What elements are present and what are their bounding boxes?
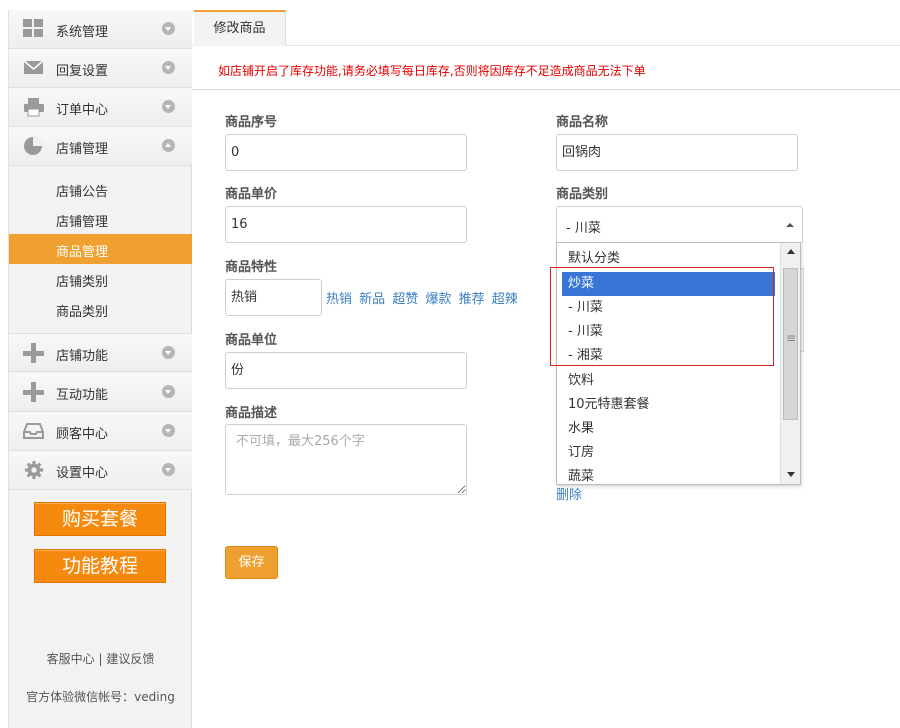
tab-edit-product[interactable]: 修改商品: [194, 10, 286, 46]
name-input[interactable]: 回锅肉: [556, 134, 798, 171]
nav-store-label: 店铺管理: [56, 142, 109, 157]
seq-input[interactable]: 0: [225, 134, 467, 171]
gear-icon: [23, 460, 45, 480]
feature-tag[interactable]: 超辣: [492, 292, 518, 307]
feature-tag[interactable]: 推荐: [459, 292, 485, 307]
nav-interact-label: 互动功能: [56, 388, 109, 403]
annotation-highlight-box: [550, 267, 774, 366]
sidebar: 系统管理 回复设置 订单中心 店铺管理 店铺公告 店铺管理 商品管理 店铺类别 …: [8, 10, 192, 728]
nav-settings[interactable]: 设置中心: [9, 451, 192, 490]
delete-link[interactable]: 删除: [556, 484, 582, 503]
feature-input[interactable]: 热销: [225, 279, 322, 316]
nav-orders-label: 订单中心: [56, 103, 109, 118]
chevron-down-icon: [162, 346, 175, 359]
pie-chart-icon: [23, 136, 45, 156]
tab-bar: 修改商品: [192, 10, 900, 46]
mail-icon: [23, 58, 45, 78]
footer-separator: |: [98, 652, 103, 666]
nav-system[interactable]: 系统管理: [9, 10, 192, 49]
nav-system-label: 系统管理: [56, 25, 109, 40]
seq-label: 商品序号: [225, 115, 278, 130]
nav-store-functions[interactable]: 店铺功能: [9, 333, 192, 372]
chevron-down-icon: [162, 424, 175, 437]
chevron-up-icon: [786, 223, 794, 227]
nav-store-functions-label: 店铺功能: [56, 349, 109, 364]
plus-icon: [23, 382, 45, 402]
feature-tag[interactable]: 爆款: [425, 292, 451, 307]
chevron-down-icon: [162, 463, 175, 476]
feature-label: 商品特性: [225, 260, 278, 275]
dropdown-option[interactable]: 蔬菜: [562, 465, 775, 484]
unit-label: 商品单位: [225, 333, 278, 348]
sub-store-manage[interactable]: 店铺管理: [9, 204, 192, 234]
nav-reply[interactable]: 回复设置: [9, 49, 192, 88]
desc-textarea[interactable]: [225, 424, 467, 495]
nav-orders[interactable]: 订单中心: [9, 88, 192, 127]
sub-store-category[interactable]: 店铺类别: [9, 264, 192, 294]
nav-settings-label: 设置中心: [56, 466, 109, 481]
inventory-notice: 如店铺开启了库存功能,请务必填写每日库存,否则将因库存不足造成商品无法下单: [218, 64, 646, 78]
scroll-up-arrow-icon[interactable]: [787, 249, 795, 254]
scrollbar-thumb[interactable]: [783, 268, 798, 420]
category-select-value: - 川菜: [566, 221, 601, 236]
desc-label: 商品描述: [225, 406, 278, 421]
nav-customers-label: 顾客中心: [56, 427, 109, 442]
wechat-account: 官方体验微信帐号：veding: [26, 690, 175, 704]
chevron-down-icon: [162, 100, 175, 113]
feature-tag[interactable]: 热销: [326, 292, 352, 307]
category-label: 商品类别: [556, 187, 609, 202]
chevron-up-icon: [162, 139, 175, 152]
dropdown-option[interactable]: 订房: [562, 441, 775, 465]
sub-store-manage-label: 店铺管理: [56, 215, 109, 230]
nav-store[interactable]: 店铺管理: [9, 127, 192, 166]
sub-product-category-label: 商品类别: [56, 305, 109, 320]
feedback-link[interactable]: 建议反馈: [106, 652, 154, 666]
feature-tag[interactable]: 超赞: [392, 292, 418, 307]
sub-store-notice[interactable]: 店铺公告: [9, 174, 192, 204]
nav-reply-label: 回复设置: [56, 64, 109, 79]
dropdown-option[interactable]: 饮料: [562, 369, 775, 393]
unit-input[interactable]: 份: [225, 352, 467, 389]
feature-tag[interactable]: 新品: [359, 292, 385, 307]
dropdown-scrollbar[interactable]: [780, 243, 800, 484]
feature-tags: 热销 新品 超赞 爆款 推荐 超辣: [326, 288, 521, 307]
buy-package-button[interactable]: 购买套餐: [34, 502, 166, 536]
chevron-down-icon: [162, 22, 175, 35]
sub-product-manage-label: 商品管理: [56, 245, 109, 260]
chevron-down-icon: [162, 385, 175, 398]
printer-icon: [23, 97, 45, 117]
price-input[interactable]: 16: [225, 206, 467, 243]
divider: [192, 89, 900, 90]
nav-interact[interactable]: 互动功能: [9, 373, 192, 412]
plus-icon: [23, 343, 45, 363]
tutorial-button[interactable]: 功能教程: [34, 549, 166, 583]
save-button[interactable]: 保存: [225, 546, 278, 579]
sub-product-category[interactable]: 商品类别: [9, 294, 192, 324]
scroll-down-arrow-icon[interactable]: [787, 472, 795, 477]
sub-product-manage[interactable]: 商品管理: [9, 234, 192, 264]
sub-store-category-label: 店铺类别: [56, 275, 109, 290]
price-label: 商品单价: [225, 187, 278, 202]
category-select[interactable]: - 川菜: [556, 206, 803, 243]
name-label: 商品名称: [556, 115, 609, 130]
dropdown-option[interactable]: 10元特惠套餐: [562, 393, 775, 417]
grid-icon: [23, 19, 45, 39]
chevron-down-icon: [162, 61, 175, 74]
inbox-icon: [23, 421, 45, 441]
dropdown-option[interactable]: 水果: [562, 417, 775, 441]
sub-store-notice-label: 店铺公告: [56, 185, 109, 200]
footer-links: 客服中心 | 建议反馈: [9, 650, 192, 667]
nav-customers[interactable]: 顾客中心: [9, 412, 192, 451]
service-center-link[interactable]: 客服中心: [47, 652, 95, 666]
